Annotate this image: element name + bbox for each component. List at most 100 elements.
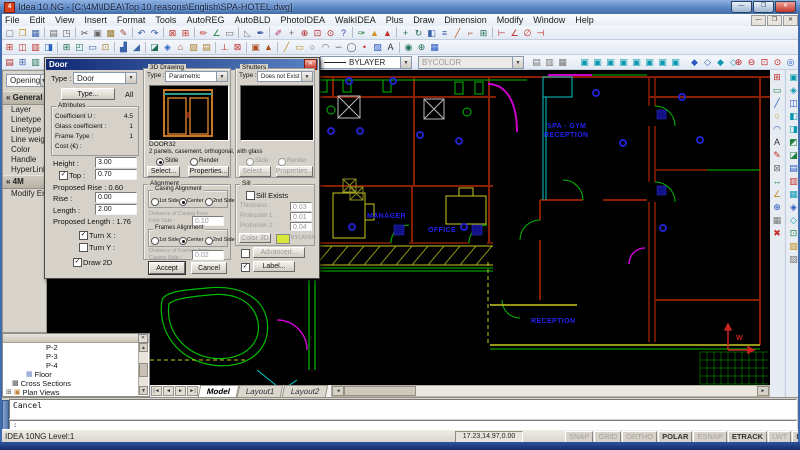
insert-block-icon[interactable]: ⊕ bbox=[415, 41, 428, 53]
menu-window[interactable]: Window bbox=[528, 15, 570, 25]
mdi-close-button[interactable]: ✕ bbox=[783, 15, 798, 26]
wall-properties-icon[interactable]: ▥ bbox=[29, 41, 42, 53]
maximize-button[interactable]: ❐ bbox=[753, 1, 774, 13]
scroll-left-icon[interactable]: ◄ bbox=[332, 386, 344, 396]
layer-warning-icon[interactable]: ▲ bbox=[368, 27, 381, 39]
match-properties-icon[interactable]: ✎ bbox=[117, 27, 130, 39]
tab-nav-button[interactable]: ►| bbox=[187, 386, 198, 396]
scroll-down-icon[interactable]: ▼ bbox=[139, 386, 148, 395]
pen-icon[interactable]: ✒ bbox=[254, 27, 267, 39]
erase-icon[interactable]: ◺ bbox=[241, 27, 254, 39]
draw-2d-checkbox[interactable] bbox=[73, 258, 82, 267]
redo-icon[interactable]: ↷ bbox=[148, 27, 161, 39]
menu-draw[interactable]: Draw bbox=[408, 15, 439, 25]
chevron-down-icon[interactable]: ▼ bbox=[301, 72, 312, 81]
zoom-window-icon[interactable]: ⊡ bbox=[311, 27, 324, 39]
open-icon[interactable]: ❒ bbox=[16, 27, 29, 39]
turn-y-checkbox[interactable] bbox=[79, 243, 88, 252]
roof-icon[interactable]: ⌂ bbox=[174, 41, 187, 53]
paintbrush-icon[interactable]: ✐ bbox=[272, 27, 285, 39]
panel-section-general[interactable]: « General bbox=[3, 91, 46, 105]
select-button[interactable]: Select... bbox=[147, 166, 180, 177]
array-icon[interactable]: ⊞ bbox=[477, 27, 490, 39]
slide-radio[interactable] bbox=[156, 158, 164, 166]
ceiling-icon[interactable]: ▤ bbox=[200, 41, 213, 53]
view-left-icon[interactable]: ▣ bbox=[604, 56, 617, 68]
cut-icon[interactable]: ✂ bbox=[78, 27, 91, 39]
panel-item[interactable]: Color bbox=[3, 145, 46, 155]
page-setup-icon[interactable]: ▥ bbox=[543, 56, 556, 68]
zoom-object-icon[interactable]: ◎ bbox=[784, 56, 797, 68]
menu-modify[interactable]: Modify bbox=[492, 15, 529, 25]
plot-style-icon[interactable]: ▤ bbox=[530, 56, 543, 68]
copy-floor-icon[interactable]: ▣ bbox=[249, 41, 262, 53]
render-radio[interactable] bbox=[190, 158, 198, 166]
image-icon[interactable]: ▦ bbox=[428, 41, 441, 53]
panel-section-4m[interactable]: « 4M bbox=[3, 175, 46, 189]
dim-angular-icon[interactable]: ∠ bbox=[508, 27, 521, 39]
tab-nav-button[interactable]: ◄ bbox=[163, 386, 174, 396]
draw-wall-icon[interactable]: ⊞ bbox=[771, 70, 784, 83]
frames-center-radio[interactable] bbox=[179, 237, 187, 245]
new-icon[interactable]: ▢ bbox=[3, 27, 16, 39]
label-checkbox[interactable] bbox=[241, 263, 250, 272]
tree-item-p-4[interactable]: P-4 bbox=[4, 361, 138, 370]
menu-dimension[interactable]: Dimension bbox=[439, 15, 492, 25]
slab-icon[interactable]: ▧ bbox=[187, 41, 200, 53]
draw-circle-icon[interactable]: ○ bbox=[771, 109, 784, 122]
help-icon[interactable]: ? bbox=[337, 27, 350, 39]
turn-x-checkbox[interactable] bbox=[79, 231, 88, 240]
view-top-icon[interactable]: ▣ bbox=[578, 56, 591, 68]
sill-exists-checkbox[interactable] bbox=[246, 191, 255, 200]
rectangle-icon[interactable]: ▭ bbox=[86, 41, 99, 53]
frames-2nd-radio[interactable] bbox=[205, 237, 213, 245]
hatch-tool-icon[interactable]: ▦ bbox=[771, 213, 784, 226]
view-front-icon[interactable]: ▣ bbox=[630, 56, 643, 68]
panel-item[interactable]: Linetype bbox=[3, 125, 46, 135]
top-field[interactable]: 0.70 bbox=[95, 169, 137, 180]
wall-icon[interactable]: ⊞ bbox=[3, 41, 16, 53]
distance-icon[interactable]: ▭ bbox=[223, 27, 236, 39]
zoom-dynamic-icon[interactable]: ⊖ bbox=[745, 56, 758, 68]
shutters-type-combo[interactable]: Does not Exist ▼ bbox=[257, 71, 313, 82]
cancel-button[interactable]: Cancel bbox=[191, 262, 227, 274]
angle-measure-icon[interactable]: ∠ bbox=[771, 187, 784, 200]
draw-line-icon[interactable]: ╱ bbox=[771, 96, 784, 109]
hscroll-thumb[interactable] bbox=[344, 386, 416, 396]
casing-1st-radio[interactable] bbox=[151, 198, 159, 206]
chevron-down-icon[interactable]: ▼ bbox=[216, 72, 227, 81]
menu-help[interactable]: Help bbox=[570, 15, 599, 25]
accept-button[interactable]: Accept bbox=[149, 262, 185, 274]
opening-icon[interactable]: ⊠ bbox=[231, 41, 244, 53]
menu-file[interactable]: File bbox=[0, 15, 25, 25]
view-se-iso-icon[interactable]: ▣ bbox=[669, 56, 682, 68]
render-icon[interactable]: ▲ bbox=[381, 27, 394, 39]
copy-icon[interactable]: ▣ bbox=[91, 27, 104, 39]
door-type-combo[interactable]: Door ▼ bbox=[73, 72, 137, 84]
top-checkbox[interactable] bbox=[59, 171, 68, 180]
menu-plus[interactable]: Plus bbox=[381, 15, 409, 25]
draw-arc-icon[interactable]: ◠ bbox=[771, 122, 784, 135]
paste-icon[interactable]: ▩ bbox=[104, 27, 117, 39]
arc-icon[interactable]: ◠ bbox=[319, 41, 332, 53]
insert-icon[interactable]: ⊕ bbox=[771, 200, 784, 213]
tab-nav-button[interactable]: |◄ bbox=[151, 386, 162, 396]
frames-1st-radio[interactable] bbox=[151, 237, 159, 245]
edit-icon[interactable]: ✎ bbox=[771, 148, 784, 161]
zoom-previous-icon[interactable]: ⊙ bbox=[324, 27, 337, 39]
erase-tool-icon[interactable]: ✖ bbox=[771, 226, 784, 239]
sketch-icon[interactable]: ✏ bbox=[197, 27, 210, 39]
view-back-icon[interactable]: ▣ bbox=[643, 56, 656, 68]
tab-nav-button[interactable]: ► bbox=[175, 386, 186, 396]
mdi-minimize-button[interactable]: — bbox=[751, 15, 766, 26]
draw-rect-icon[interactable]: ▭ bbox=[771, 83, 784, 96]
make-block-icon[interactable]: ◉ bbox=[402, 41, 415, 53]
view-bottom-icon[interactable]: ▣ bbox=[591, 56, 604, 68]
fillet-icon[interactable]: ⌐ bbox=[464, 27, 477, 39]
axis-icon[interactable]: ◰ bbox=[73, 41, 86, 53]
tab-layout2[interactable]: Layout2 bbox=[281, 385, 328, 397]
column-icon[interactable]: ⊥ bbox=[218, 41, 231, 53]
stretch-icon[interactable]: ↔ bbox=[771, 174, 784, 187]
advanced-checkbox[interactable] bbox=[241, 249, 250, 258]
menu-autoreg[interactable]: AutoREG bbox=[181, 15, 229, 25]
